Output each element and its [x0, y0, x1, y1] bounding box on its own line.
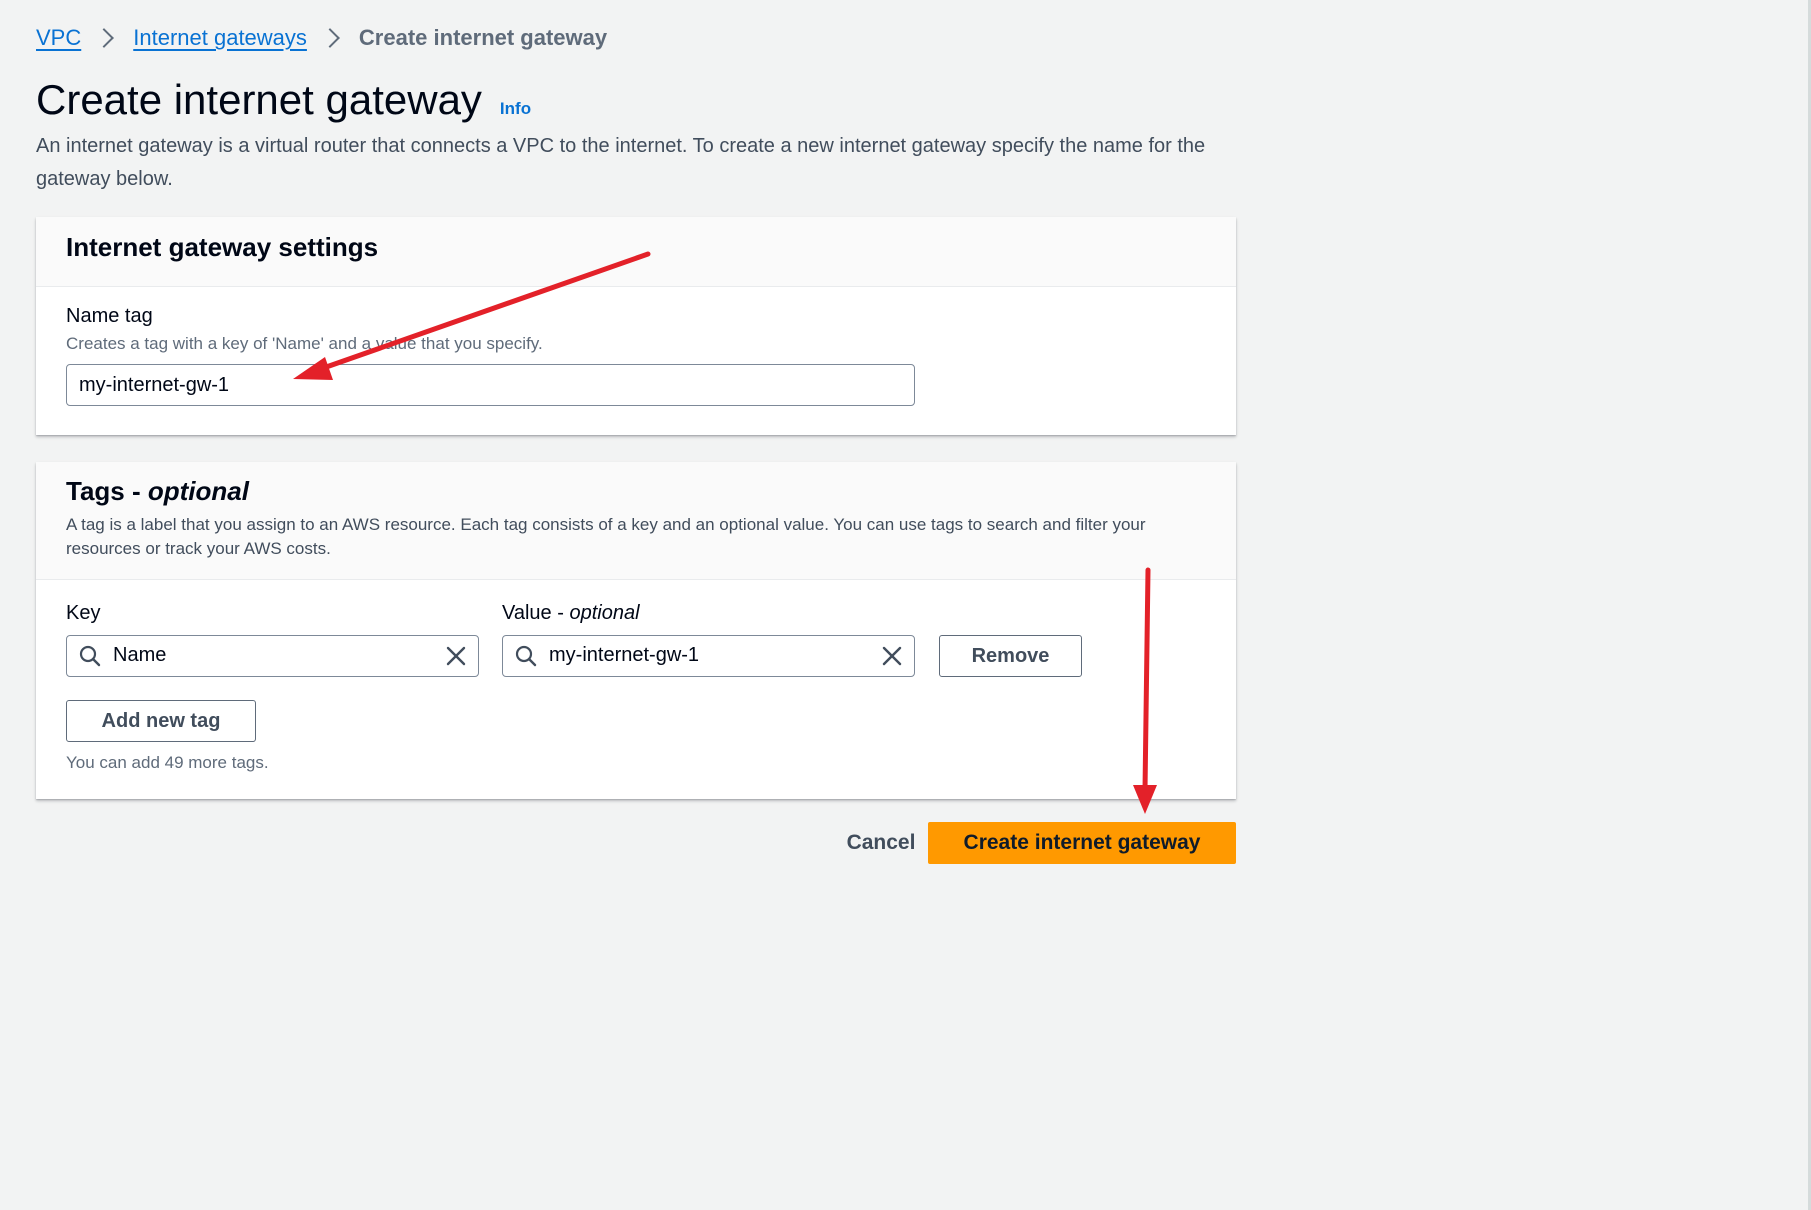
tags-title-optional: optional: [147, 476, 249, 506]
clear-icon[interactable]: [444, 644, 468, 668]
tag-value-label-main: Value -: [502, 602, 570, 624]
remove-tag-button[interactable]: Remove: [939, 635, 1082, 677]
settings-panel-body: Name tag Creates a tag with a key of 'Na…: [36, 287, 1236, 406]
tag-value-label-optional: optional: [569, 602, 640, 624]
title-row: Create internet gateway Info: [36, 76, 531, 124]
tag-key-column: Key: [66, 602, 479, 677]
add-new-tag-button[interactable]: Add new tag: [66, 700, 256, 742]
tag-value-input[interactable]: [549, 636, 869, 674]
search-icon: [515, 645, 537, 667]
chevron-right-icon: [320, 28, 340, 48]
settings-panel-header: Internet gateway settings: [36, 217, 1236, 287]
tags-title-main: Tags -: [66, 476, 148, 506]
tags-panel-title: Tags - optional: [66, 476, 1206, 507]
breadcrumb-vpc[interactable]: VPC: [36, 25, 81, 51]
tags-panel-header: Tags - optional A tag is a label that yo…: [36, 462, 1236, 580]
settings-panel-title: Internet gateway settings: [66, 232, 379, 262]
tag-limit-note: You can add 49 more tags.: [66, 753, 269, 772]
chevron-right-icon: [94, 28, 115, 48]
tag-key-input[interactable]: [113, 636, 433, 674]
name-tag-label: Name tag: [66, 305, 153, 327]
name-tag-hint: Creates a tag with a key of 'Name' and a…: [66, 334, 543, 353]
page-description: An internet gateway is a virtual router …: [36, 135, 1206, 190]
tags-description: A tag is a label that you assign to an A…: [66, 515, 1146, 558]
breadcrumb-current: Create internet gateway: [358, 25, 608, 50]
name-tag-input[interactable]: [66, 364, 915, 406]
info-link[interactable]: Info: [500, 99, 531, 119]
internet-gateway-settings-panel: Internet gateway settings Name tag Creat…: [36, 217, 1236, 435]
tag-value-field: [502, 635, 915, 677]
create-internet-gateway-button[interactable]: Create internet gateway: [928, 822, 1236, 864]
clear-icon[interactable]: [880, 644, 904, 668]
tag-key-field: [66, 635, 479, 677]
search-icon: [79, 645, 101, 667]
breadcrumb: VPC Internet gateways Create internet ga…: [36, 25, 607, 51]
tag-value-label: Value - optional: [502, 602, 915, 625]
breadcrumb-internet-gateways[interactable]: Internet gateways: [133, 25, 307, 51]
page-title: Create internet gateway: [36, 76, 482, 123]
tags-panel: Tags - optional A tag is a label that yo…: [36, 462, 1236, 799]
tag-value-column: Value - optional: [502, 602, 915, 677]
form-actions: Cancel Create internet gateway: [36, 822, 1236, 864]
tag-key-label: Key: [66, 602, 101, 624]
cancel-button[interactable]: Cancel: [826, 822, 936, 864]
